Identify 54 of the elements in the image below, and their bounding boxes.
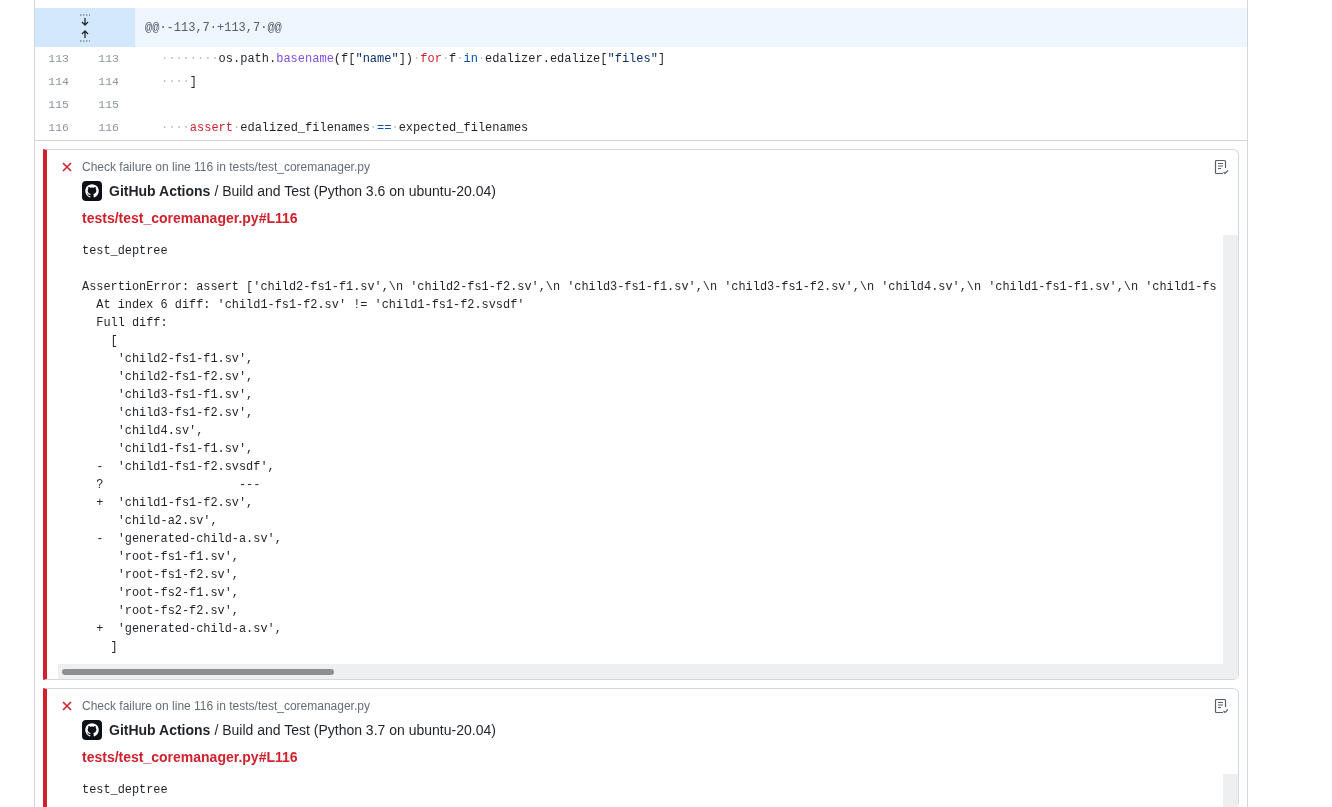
log-line: 'root-fs2-f1.sv',	[116, 585, 240, 602]
log-line: + 'generated-child-a.sv',	[95, 621, 283, 638]
job-name: / Build and Test (Python 3.7 on ubuntu-20.04)	[214, 722, 496, 738]
log-line: [	[109, 333, 119, 350]
line-number[interactable]: 114	[35, 75, 85, 88]
checklist-icon[interactable]	[1213, 698, 1229, 714]
log-line: 'child3-fs1-f1.sv',	[116, 387, 255, 404]
log-line: 'root-fs2-f2.sv',	[116, 603, 240, 620]
line-number[interactable]: 115	[85, 98, 135, 111]
log-line: test_deptree	[82, 782, 169, 799]
failure-x-icon	[61, 161, 73, 173]
annotation-title: Check failure on line 116 in tests/test_coremanager.py	[82, 699, 370, 713]
log-line: 'child-a2.sv',	[116, 513, 219, 530]
log-line: - 'child1-fs1-f2.svsdf',	[95, 459, 276, 476]
log-line: ]	[109, 639, 119, 656]
log-line: 'child1-fs1-f1.sv',	[116, 441, 255, 458]
file-link[interactable]: tests/test_coremanager.py#L116	[82, 749, 298, 765]
log-line: 'root-fs1-f1.sv',	[116, 549, 240, 566]
failure-x-icon	[61, 700, 73, 712]
line-number[interactable]: 116	[35, 121, 85, 134]
log-line: At index 6 diff: 'child1-fs1-f2.sv' != 'child1-fs1-f2.svsdf'	[95, 297, 526, 314]
hunk-header: @@·-113,7·+113,7·@@	[135, 8, 1247, 47]
log-line: + 'child1-fs1-f2.sv',	[95, 495, 255, 512]
line-number[interactable]: 116	[85, 121, 135, 134]
vertical-scrollbar[interactable]	[1223, 774, 1238, 807]
log-line: Full diff:	[95, 315, 169, 332]
checklist-icon[interactable]	[1213, 159, 1229, 175]
log-line: 'root-fs1-f2.sv',	[116, 567, 240, 584]
scrollbar-thumb[interactable]	[62, 668, 334, 675]
log-line: AssertionError: assert ['child2-fs1-f1.sv',\n 'child2-fs1-f2.sv',\n 'child3-fs1-f1.sv',\n 'child3-fs1-f2.sv',\n 'child4.sv',\n 'child1-fs1-f1.sv',\n 'child1-fs	[82, 279, 1218, 296]
log-line: 'child3-fs1-f2.sv',	[116, 405, 255, 422]
app-name[interactable]: GitHub Actions	[109, 722, 211, 738]
app-name[interactable]: GitHub Actions	[109, 183, 211, 199]
log-line: 'child2-fs1-f1.sv',	[116, 351, 255, 368]
horizontal-scrollbar[interactable]	[58, 664, 1223, 679]
job-name: / Build and Test (Python 3.6 on ubuntu-20.04)	[214, 183, 496, 199]
log-line: 'child4.sv',	[116, 423, 205, 440]
line-number[interactable]: 113	[85, 52, 135, 65]
log-line: ? ---	[95, 477, 262, 494]
file-link[interactable]: tests/test_coremanager.py#L116	[82, 210, 298, 226]
line-number[interactable]: 115	[35, 98, 85, 111]
line-number[interactable]: 113	[35, 52, 85, 65]
code-line: ········os.path.basename(f["name"])·for·f·in·edalizer.edalize["files"]	[161, 51, 666, 66]
log-line: test_deptree	[82, 243, 169, 260]
log-line: 'child2-fs1-f2.sv',	[116, 369, 255, 386]
log-line: - 'generated-child-a.sv',	[95, 531, 283, 548]
app-logo-icon	[82, 720, 102, 740]
app-logo-icon	[82, 181, 102, 201]
line-number[interactable]: 114	[85, 75, 135, 88]
expand-icon[interactable]	[78, 12, 92, 43]
annotation-title: Check failure on line 116 in tests/test_coremanager.py	[82, 160, 370, 174]
code-line: ····assert·edalized_filenames·==·expected_filenames	[161, 120, 529, 135]
code-line: ····]	[161, 74, 197, 89]
vertical-scrollbar[interactable]	[1223, 235, 1238, 679]
